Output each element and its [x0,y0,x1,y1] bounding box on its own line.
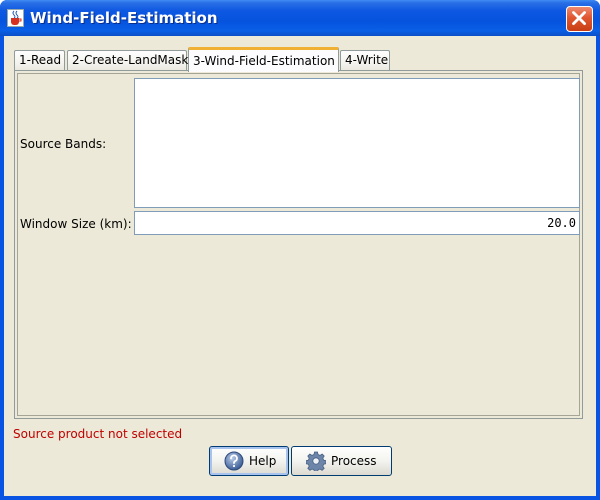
window-size-label: Window Size (km): [20,217,132,231]
tab-label: 2-Create-LandMask [72,53,189,67]
help-button[interactable]: Help [209,446,289,476]
tab-label: 4-Write [345,53,389,67]
help-question-icon [224,451,244,471]
window-title: Wind-Field-Estimation [30,9,218,27]
close-x-icon [572,11,586,25]
status-message: Source product not selected [13,427,183,441]
dialog-content: 1-Read 2-Create-LandMask 3-Wind-Field-Es… [4,36,596,496]
gear-icon [306,451,326,471]
tab-write[interactable]: 4-Write [340,50,390,71]
app-window: Wind-Field-Estimation 1-Read 2-Create-La… [0,0,600,500]
source-bands-list[interactable] [134,78,580,208]
tab-label: 1-Read [19,53,62,67]
tab-create-landmask[interactable]: 2-Create-LandMask [67,50,189,71]
help-button-label: Help [249,454,277,468]
parameters-panel: Source Bands: Window Size (km): 20.0 [17,73,580,416]
close-button[interactable] [566,6,593,32]
process-button-label: Process [331,454,377,468]
java-cup-icon [7,9,24,27]
tab-read[interactable]: 1-Read [14,50,65,71]
tab-wind-field-estimation[interactable]: 3-Wind-Field-Estimation [188,47,339,72]
tab-label: 3-Wind-Field-Estimation [193,54,335,68]
title-bar[interactable]: Wind-Field-Estimation [0,0,600,36]
process-button[interactable]: Process [291,446,392,476]
source-bands-label: Source Bands: [20,137,107,151]
window-size-field[interactable]: 20.0 [134,211,580,235]
tab-panel: Source Bands: Window Size (km): 20.0 [14,70,583,419]
